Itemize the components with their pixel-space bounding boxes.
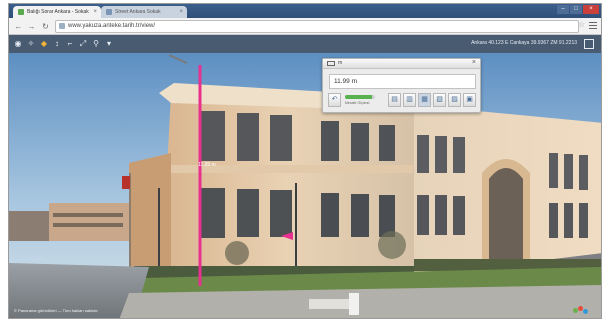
zoom-icon[interactable]: ⚲: [90, 38, 102, 50]
measure-panel-title: m: [338, 60, 343, 66]
reload-icon[interactable]: ↻: [40, 21, 51, 32]
measure-value-field[interactable]: 11.99 m: [329, 74, 476, 89]
tab-active-label: Balığı Sorar Ankara - Sokak: [27, 9, 89, 15]
measure-label: 11.99 m: [198, 162, 216, 168]
back-icon[interactable]: ←: [13, 21, 24, 32]
image-icon[interactable]: ▤: [388, 93, 401, 107]
page-info-icon: [59, 23, 65, 29]
measure-progress-fill: [345, 95, 372, 99]
panorama-image: [9, 53, 601, 318]
tab-active[interactable]: Balığı Sorar Ankara - Sokak ×: [13, 6, 101, 18]
tab-close-icon[interactable]: ×: [179, 6, 183, 18]
grid-icon[interactable]: ▦: [418, 93, 431, 107]
compass-icon[interactable]: ✧: [25, 38, 37, 50]
navigation-bar: ← → ↻ www.yakuza.anteke.tarih.tr/view/ ☆: [9, 18, 601, 35]
area-icon[interactable]: ⌐: [64, 38, 76, 50]
ruler-icon[interactable]: ⤢: [77, 38, 89, 50]
layers-icon[interactable]: ◆: [38, 38, 50, 50]
chart-icon[interactable]: ▥: [403, 93, 416, 107]
site-favicon-icon: [106, 9, 112, 15]
menu-icon[interactable]: [589, 22, 597, 30]
measure-progress-bar: [345, 95, 375, 99]
fullscreen-icon[interactable]: [584, 39, 594, 49]
undo-icon[interactable]: ↶: [328, 93, 341, 107]
measure-panel-header[interactable]: m ×: [323, 59, 480, 69]
panorama-viewer[interactable]: 11.99 m © Panorama görüntüleri — Tüm hak…: [9, 53, 601, 318]
forward-icon[interactable]: →: [26, 21, 37, 32]
address-bar-text: www.yakuza.anteke.tarih.tr/view/: [68, 23, 156, 29]
measure-icon[interactable]: ↕: [51, 38, 63, 50]
info-icon[interactable]: ▾: [103, 38, 115, 50]
star-icon[interactable]: ☆: [578, 20, 585, 29]
tab-inactive-label: Street Ankara Sokak: [115, 9, 161, 15]
address-bar[interactable]: www.yakuza.anteke.tarih.tr/view/: [55, 20, 579, 33]
globe-icon[interactable]: ◉: [12, 38, 24, 50]
save-icon[interactable]: ▣: [463, 93, 476, 107]
provider-logo-icon: [573, 306, 589, 316]
measure-panel: m × 11.99 m ↶ Mesafe Ölçümü ▤ ▥ ▦ ▧ ▨ ▣: [322, 58, 481, 113]
measure-panel-toolbar: ↶ Mesafe Ölçümü ▤ ▥ ▦ ▧ ▨ ▣: [328, 93, 477, 109]
panel-close-button[interactable]: ×: [472, 59, 476, 66]
tab-strip: Balığı Sorar Ankara - Sokak × Street Ank…: [9, 4, 601, 18]
copyright-text: © Panorama görüntüleri — Tüm hakları sak…: [14, 308, 98, 313]
site-favicon-icon: [18, 9, 24, 15]
close-window-button[interactable]: ×: [583, 5, 599, 14]
export-icon[interactable]: ▧: [433, 93, 446, 107]
tab-close-icon[interactable]: ×: [93, 6, 97, 18]
measure-progress-label: Mesafe Ölçümü: [345, 101, 370, 105]
ruler-icon: [327, 61, 335, 66]
coordinate-readout: Ankara 40.123 E Cankaya 39.9367 ZM 91.22…: [471, 40, 577, 46]
browser-window: Balığı Sorar Ankara - Sokak × Street Ank…: [8, 3, 602, 319]
window-controls: – □ ×: [557, 5, 599, 15]
app-toolbar: ◉ ✧ ◆ ↕ ⌐ ⤢ ⚲ ▾ Ankara 40.123 E Cankaya …: [9, 35, 601, 53]
minimize-button[interactable]: –: [557, 5, 569, 14]
maximize-button[interactable]: □: [570, 5, 582, 14]
tab-inactive[interactable]: Street Ankara Sokak ×: [101, 6, 187, 18]
settings-icon[interactable]: ▨: [448, 93, 461, 107]
